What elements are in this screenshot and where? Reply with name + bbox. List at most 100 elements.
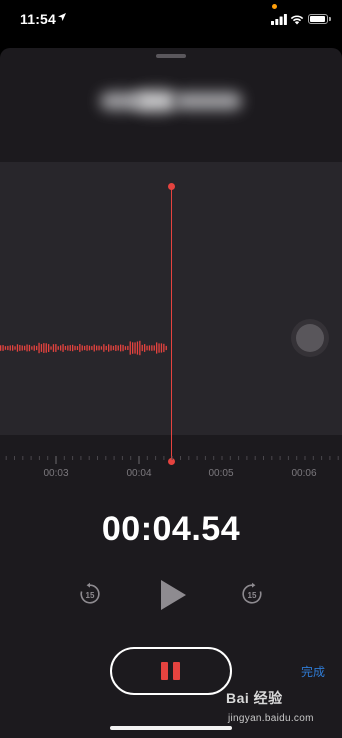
waveform-bar	[117, 345, 119, 351]
waveform-bar	[40, 344, 43, 352]
waveform-bar	[156, 342, 158, 354]
waveform-bar	[74, 345, 76, 351]
waveform-bar	[26, 344, 28, 352]
location-arrow-icon	[58, 13, 66, 21]
playhead[interactable]	[171, 187, 172, 462]
privacy-indicator	[272, 4, 277, 9]
timeline-ticks	[5, 456, 339, 464]
pause-icon-bar	[173, 662, 180, 680]
playhead-top-handle[interactable]	[168, 183, 175, 190]
pause-icon-bar	[161, 662, 168, 680]
waveform-bar	[79, 344, 81, 352]
timeline-ruler: 00:03 00:04 00:05 00:06	[0, 456, 342, 486]
waveform-bar	[134, 342, 136, 354]
waveform-bar	[48, 344, 50, 352]
waveform-bar	[132, 342, 134, 354]
waveform-bar	[163, 343, 165, 353]
waveform-bar	[148, 345, 151, 351]
waveform-bar	[108, 344, 110, 352]
sheet-grabber[interactable]	[156, 54, 186, 58]
waveform-bar	[0, 345, 2, 351]
waveform-bar	[72, 344, 74, 352]
skip-forward-15-icon[interactable]: 15	[240, 582, 264, 606]
waveform-bar	[14, 346, 16, 350]
baidu-jingyan-watermark: Bai 经验 jingyan.baidu.com	[222, 684, 332, 732]
waveform-bar	[12, 345, 14, 351]
waveform-bar	[62, 344, 64, 352]
waveform-bar	[88, 345, 91, 351]
waveform-bar	[69, 345, 71, 351]
recording-title-redacted	[96, 88, 246, 114]
scrub-knob[interactable]	[296, 324, 324, 352]
waveform-bar	[129, 341, 131, 355]
waveform-bar	[91, 346, 93, 350]
waveform-bar	[31, 346, 33, 350]
waveform-bar	[122, 344, 124, 352]
waveform-bar	[38, 342, 40, 354]
waveform-bar	[7, 345, 9, 351]
waveform-bar	[76, 346, 79, 350]
waveform-bar	[33, 345, 35, 351]
play-icon[interactable]	[158, 578, 188, 612]
skip-back-seconds: 15	[86, 591, 95, 600]
waveform-bar	[153, 345, 155, 351]
waveform-bar	[144, 344, 146, 352]
waveform-bar	[4, 346, 7, 350]
waveform-bar	[98, 345, 100, 351]
waveform-bar	[146, 345, 148, 351]
waveform-bar	[52, 344, 55, 352]
waveform-bar	[127, 345, 129, 350]
waveform-bar	[2, 345, 4, 351]
timeline-label: 00:03	[43, 468, 69, 479]
waveform-bar	[43, 343, 45, 353]
waveform-bar	[84, 345, 86, 351]
waveform-bar	[55, 344, 57, 352]
waveform-bar	[57, 346, 59, 350]
status-time: 11:54	[20, 11, 57, 27]
waveform-bar	[64, 346, 67, 350]
waveform-bar	[67, 345, 69, 351]
waveform-bar	[124, 346, 127, 350]
status-bar: 11:54	[0, 0, 342, 40]
waveform-bar	[81, 345, 83, 351]
waveform-bar	[36, 345, 38, 351]
waveform-bar	[105, 345, 107, 351]
timeline-label: 00:04	[126, 468, 152, 479]
waveform-bar	[160, 343, 163, 353]
waveform-bar	[158, 343, 160, 353]
waveform-bar	[103, 344, 105, 352]
watermark-subtitle: jingyan.baidu.com	[228, 713, 314, 724]
home-indicator	[110, 726, 232, 730]
battery-icon	[308, 14, 328, 24]
waveform-bar	[86, 345, 88, 351]
waveform-bar	[21, 345, 23, 351]
skip-forward-seconds: 15	[248, 591, 257, 600]
waveform-bar	[139, 340, 141, 356]
skip-back-15-icon[interactable]: 15	[78, 582, 102, 606]
waveform-bar	[19, 345, 21, 351]
waveform-bar	[16, 344, 19, 352]
waveform-bar	[136, 341, 139, 355]
pause-recording-button[interactable]	[110, 647, 232, 695]
waveform-bar	[96, 345, 98, 351]
timeline-label: 00:06	[291, 468, 317, 479]
waveform-bar	[50, 346, 52, 350]
elapsed-time: 00:04.54	[101, 510, 241, 548]
done-button[interactable]: 完成	[301, 663, 325, 680]
waveform-bar	[112, 345, 115, 351]
wifi-icon	[290, 15, 304, 25]
waveform-bar	[93, 344, 95, 352]
waveform-bar	[120, 344, 122, 352]
waveform-bar	[28, 344, 31, 352]
battery-tip	[329, 17, 331, 21]
watermark-title: Bai 经验	[226, 690, 283, 706]
waveform-bar	[60, 345, 62, 351]
playback-controls: 15 15	[0, 578, 342, 618]
waveform-bar	[100, 346, 103, 350]
waveform-bar	[141, 344, 143, 352]
waveform-bar	[115, 345, 117, 351]
battery-level	[310, 16, 325, 22]
waveform-bar	[165, 345, 167, 351]
waveform-bar	[9, 345, 11, 351]
timeline-label: 00:05	[208, 468, 234, 479]
